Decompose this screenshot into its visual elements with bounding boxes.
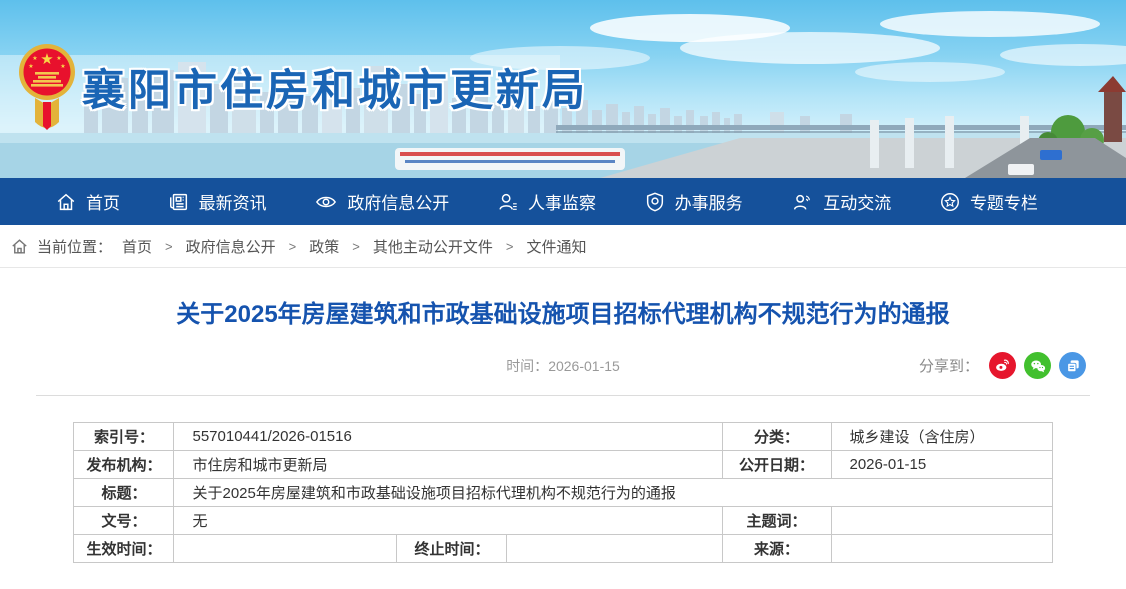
person-icon xyxy=(497,191,519,213)
breadcrumb-separator: > xyxy=(506,239,514,254)
home-icon xyxy=(10,237,29,256)
source-label: 来源： xyxy=(722,535,831,563)
svg-text:★: ★ xyxy=(40,51,53,68)
pubdate-label: 公开日期： xyxy=(722,451,831,479)
article-meta-row: 时间：2026-01-15 分享到： xyxy=(36,352,1090,380)
weibo-share-button[interactable] xyxy=(989,352,1016,379)
nav-label: 互动交流 xyxy=(823,189,891,214)
index-label: 索引号： xyxy=(74,423,174,451)
docnum-value: 无 xyxy=(174,507,722,535)
star-circle-icon xyxy=(939,191,961,213)
nav-item-gov-info[interactable]: 政府信息公开 xyxy=(314,189,449,214)
time-value: 2026-01-15 xyxy=(548,358,620,374)
nav-item-personnel[interactable]: 人事监察 xyxy=(497,189,596,214)
publisher-value: 市住房和城市更新局 xyxy=(174,451,722,479)
publisher-label: 发布机构： xyxy=(74,451,174,479)
title-label: 标题： xyxy=(74,479,174,507)
breadcrumb-item-policy[interactable]: 政策 xyxy=(309,236,339,257)
breadcrumb-item-other-public-docs[interactable]: 其他主动公开文件 xyxy=(373,236,493,257)
weibo-icon xyxy=(994,357,1011,374)
title-value: 关于2025年房屋建筑和市政基础设施项目招标代理机构不规范行为的通报 xyxy=(174,479,1052,507)
keywords-value xyxy=(831,507,1052,535)
shield-icon xyxy=(644,191,666,213)
breadcrumb-separator: > xyxy=(352,239,360,254)
people-chat-icon xyxy=(790,191,814,213)
nav-label: 首页 xyxy=(86,189,120,214)
breadcrumb-item-gov-info[interactable]: 政府信息公开 xyxy=(186,236,276,257)
svg-text:★: ★ xyxy=(56,55,61,62)
home-icon xyxy=(55,191,77,213)
nav-label: 政府信息公开 xyxy=(347,189,449,214)
pubdate-value: 2026-01-15 xyxy=(831,451,1052,479)
nav-item-services[interactable]: 办事服务 xyxy=(644,189,743,214)
table-row: 标题： 关于2025年房屋建筑和市政基础设施项目招标代理机构不规范行为的通报 xyxy=(74,479,1052,507)
nav-item-news[interactable]: 最新资讯 xyxy=(168,189,267,214)
document-meta-table: 索引号： 557010441/2026-01516 分类： 城乡建设（含住房） … xyxy=(73,422,1052,563)
eye-icon xyxy=(314,191,338,213)
source-value xyxy=(831,535,1052,563)
nav-item-home[interactable]: 首页 xyxy=(55,189,120,214)
svg-text:★: ★ xyxy=(32,55,37,62)
copy-link-share-button[interactable] xyxy=(1059,352,1086,379)
keywords-label: 主题词： xyxy=(722,507,831,535)
nav-item-special-columns[interactable]: 专题专栏 xyxy=(939,189,1038,214)
nav-label: 专题专栏 xyxy=(970,189,1038,214)
breadcrumb-item-home[interactable]: 首页 xyxy=(122,236,152,257)
share-box: 分享到： xyxy=(919,352,1086,379)
effective-value xyxy=(174,535,397,563)
breadcrumb-separator: > xyxy=(165,239,173,254)
index-value: 557010441/2026-01516 xyxy=(174,423,722,451)
article-title: 关于2025年房屋建筑和市政基础设施项目招标代理机构不规范行为的通报 xyxy=(36,298,1090,332)
wechat-share-button[interactable] xyxy=(1024,352,1051,379)
nav-label: 最新资讯 xyxy=(199,189,267,214)
expiry-label: 终止时间： xyxy=(397,535,507,563)
nav-label: 人事监察 xyxy=(528,189,596,214)
main-nav: 首页 最新资讯 政府信息公开 人事监察 办事服务 互动交流 xyxy=(0,178,1126,225)
breadcrumb-separator: > xyxy=(289,239,297,254)
expiry-value xyxy=(507,535,722,563)
effective-label: 生效时间： xyxy=(74,535,174,563)
time-label: 时间： xyxy=(506,358,548,374)
content-divider xyxy=(36,395,1090,396)
svg-text:★: ★ xyxy=(60,63,65,70)
share-label: 分享到： xyxy=(919,355,979,376)
nav-label: 办事服务 xyxy=(675,189,743,214)
table-row: 生效时间： 终止时间： 来源： xyxy=(74,535,1052,563)
national-emblem: ★ ★ ★ ★ ★ xyxy=(17,42,77,137)
nav-item-interaction[interactable]: 互动交流 xyxy=(790,189,891,214)
table-row: 文号： 无 主题词： xyxy=(74,507,1052,535)
table-row: 索引号： 557010441/2026-01516 分类： 城乡建设（含住房） xyxy=(74,423,1052,451)
breadcrumb: 当前位置： 首页 > 政府信息公开 > 政策 > 其他主动公开文件 > 文件通知 xyxy=(0,225,1126,268)
wechat-icon xyxy=(1029,357,1047,375)
news-icon xyxy=(168,191,190,213)
copy-link-icon xyxy=(1065,358,1081,374)
table-row: 发布机构： 市住房和城市更新局 公开日期： 2026-01-15 xyxy=(74,451,1052,479)
svg-text:★: ★ xyxy=(28,63,33,70)
category-value: 城乡建设（含住房） xyxy=(831,423,1052,451)
breadcrumb-label: 当前位置： xyxy=(37,236,112,257)
category-label: 分类： xyxy=(722,423,831,451)
content-area: 关于2025年房屋建筑和市政基础设施项目招标代理机构不规范行为的通报 时间：20… xyxy=(0,268,1126,563)
docnum-label: 文号： xyxy=(74,507,174,535)
breadcrumb-item-doc-notice[interactable]: 文件通知 xyxy=(526,236,586,257)
site-title: 襄阳市住房和城市更新局 xyxy=(82,56,588,118)
header-banner: ★ ★ ★ ★ ★ 襄阳市住房和城市更新局 xyxy=(0,0,1126,178)
